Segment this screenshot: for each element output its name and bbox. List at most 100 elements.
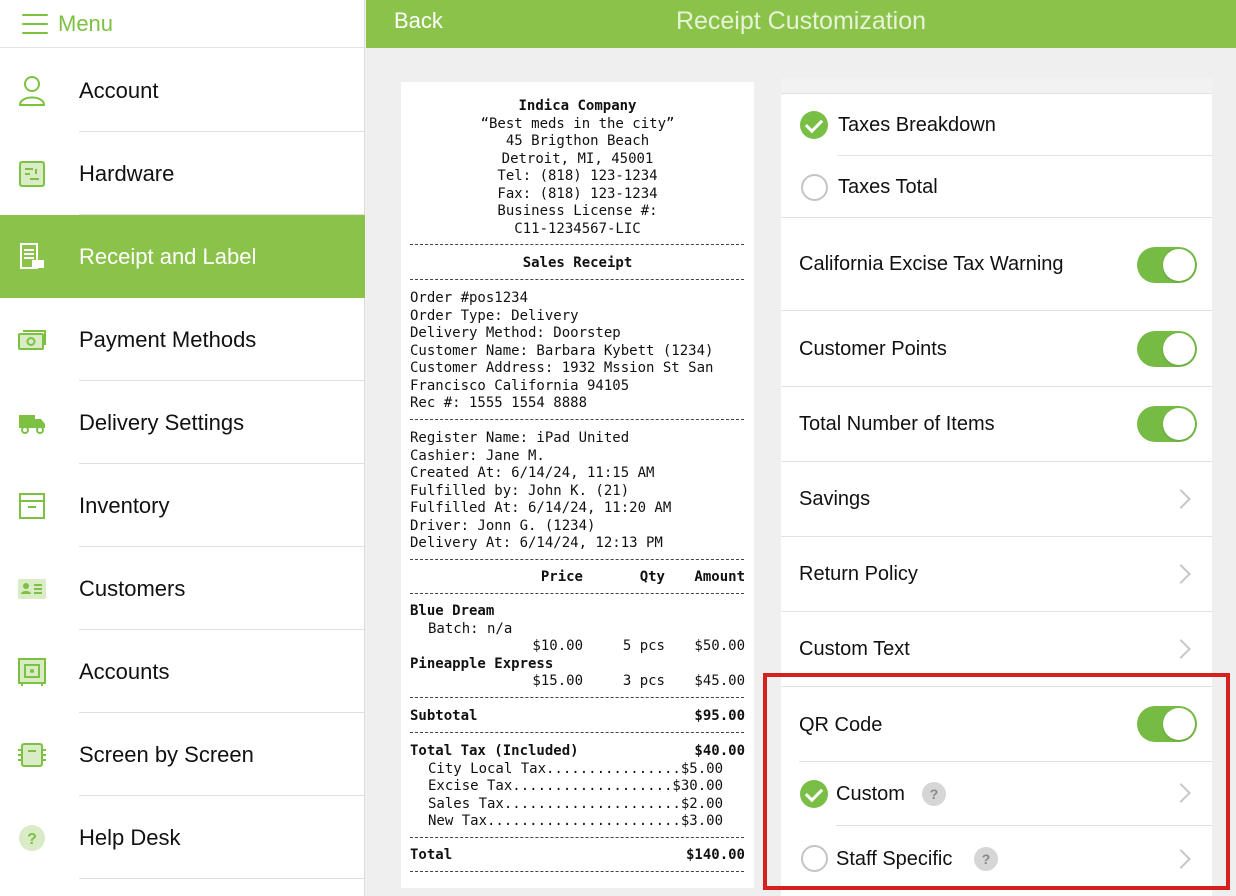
setting-return-policy[interactable]: Return Policy (781, 538, 1212, 612)
item-qty: 3 pcs (622, 673, 665, 689)
receipt-address-1: 45 Brigthon Beach (505, 133, 650, 149)
sidebar-item-screen-by-screen[interactable]: Screen by Screen (0, 713, 365, 796)
qr-code-label: QR Code (799, 713, 883, 736)
receipt-register-line: Register Name: iPad United (410, 430, 630, 446)
receipt-register-line: Fulfilled At: 6/14/24, 11:20 AM (410, 500, 672, 516)
receipt-order-line: Rec #: 1555 1554 8888 (410, 395, 588, 411)
receipt-tax-line: Sales Tax.....................$2.00 (428, 795, 724, 812)
top-bar: Receipt Customization Back (366, 0, 1236, 48)
sidebar-item-account[interactable]: Account (0, 49, 365, 132)
receipt-order-line: Delivery Method: Doorstep (410, 325, 621, 341)
receipt-register-line: Driver: Jonn G. (1234) (410, 517, 596, 534)
setting-savings[interactable]: Savings (781, 463, 1212, 537)
radio-button-icon[interactable] (801, 845, 828, 872)
item-price: $15.00 (532, 673, 583, 689)
receipt-item-batch: Batch: n/a (428, 620, 513, 637)
custom-text-label: Custom Text (799, 638, 910, 660)
sidebar-item-label: Payment Methods (79, 326, 257, 352)
sidebar-item-label: Accounts (79, 658, 170, 684)
receipt-license: C11-1234567-LIC (514, 220, 641, 237)
receipt-total-row: Total $140.00 (410, 847, 745, 865)
receipt-company: Indica Company (518, 98, 637, 114)
sidebar-item-inventory[interactable]: Inventory (0, 464, 365, 547)
sidebar-item-delivery-settings[interactable]: Delivery Settings (0, 381, 365, 464)
chevron-right-icon (1171, 783, 1191, 803)
contact-card-icon (16, 573, 48, 605)
radio-button-icon[interactable] (801, 174, 828, 201)
customer-points-toggle[interactable] (1137, 331, 1197, 367)
sidebar-item-label: Customers (79, 575, 186, 601)
back-button[interactable]: Back (394, 8, 443, 34)
return-policy-label: Return Policy (799, 563, 918, 585)
chevron-right-icon (1171, 489, 1191, 509)
page-title: Receipt Customization (675, 7, 927, 35)
option-taxes-total[interactable]: Taxes Total (781, 156, 1212, 218)
sidebar-item-label: Help Desk (79, 824, 181, 850)
sidebar-item-help-desk[interactable]: ? Help Desk (0, 796, 365, 879)
checkmark-icon[interactable] (800, 780, 828, 808)
setting-qr-code: QR Code (781, 688, 1212, 762)
receipt-tax-line: City Local Tax................$5.00 (428, 760, 724, 777)
checkmark-icon[interactable] (800, 111, 828, 139)
total-value: $140.00 (685, 847, 745, 863)
receipt-item-name: Pineapple Express (410, 655, 554, 672)
help-icon: ? (16, 822, 48, 854)
hardware-icon (16, 158, 48, 190)
sidebar-item-label: Inventory (79, 492, 170, 518)
help-icon[interactable]: ? (974, 847, 998, 871)
setting-total-items: Total Number of Items (781, 388, 1212, 462)
setting-custom-text[interactable]: Custom Text (781, 613, 1212, 687)
option-qr-custom[interactable]: Custom ? (781, 762, 1212, 826)
ca-excise-warning-toggle[interactable] (1137, 247, 1197, 283)
setting-customer-points: Customer Points (781, 312, 1212, 387)
item-amount: $50.00 (694, 638, 745, 654)
sidebar-item-customers[interactable]: Customers (0, 547, 365, 630)
price-header: Price (540, 569, 583, 585)
receipt-tagline: “Best meds in the city” (480, 115, 675, 132)
sidebar-item-accounts[interactable]: Accounts (0, 630, 365, 713)
amount-header: Amount (694, 569, 745, 585)
qr-code-toggle[interactable] (1137, 706, 1197, 742)
savings-label: Savings (799, 488, 871, 510)
sidebar-item-receipt-and-label[interactable]: Receipt and Label (0, 215, 365, 298)
item-qty: 5 pcs (622, 638, 665, 654)
receipt-address-2: Detroit, MI, 45001 (501, 150, 654, 167)
chevron-right-icon (1171, 564, 1191, 584)
total-items-toggle[interactable] (1137, 406, 1197, 442)
receipt-license-label: Business License #: (497, 203, 658, 219)
taxes-total-label: Taxes Total (838, 175, 938, 198)
receipt-tel: Tel: (818) 123-1234 (497, 168, 658, 184)
qty-header: Qty (639, 569, 665, 585)
item-amount: $45.00 (694, 673, 745, 689)
cash-icon (16, 324, 48, 356)
sidebar-item-label: Delivery Settings (79, 409, 245, 435)
screens-icon (16, 739, 48, 771)
receipt-tax-row: Total Tax (Included) $40.00 (410, 743, 745, 761)
help-icon[interactable]: ? (922, 782, 946, 806)
staff-specific-label: Staff Specific (836, 847, 953, 870)
truck-icon (16, 407, 48, 439)
receipt-column-headers: Price Qty Amount (410, 569, 745, 587)
receipt-order-line: Francisco California 94105 (410, 377, 630, 394)
svg-text:?: ? (27, 831, 37, 848)
subtotal-label: Subtotal (410, 708, 478, 724)
tax-label: Total Tax (Included) (410, 743, 579, 759)
option-taxes-breakdown[interactable]: Taxes Breakdown (781, 94, 1212, 156)
customer-points-label: Customer Points (799, 337, 947, 360)
chevron-right-icon (1171, 639, 1191, 659)
sidebar-item-hardware[interactable]: Hardware (0, 132, 365, 215)
receipt-register-line: Delivery At: 6/14/24, 12:13 PM (410, 535, 663, 551)
sidebar-item-payment-methods[interactable]: Payment Methods (0, 298, 365, 381)
setting-ca-excise-warning: California Excise Tax Warning (781, 219, 1212, 311)
receipt-order-line: Order Type: Delivery (410, 307, 579, 324)
receipt-fax: Fax: (818) 123-1234 (497, 185, 658, 202)
subtotal-value: $95.00 (694, 708, 745, 724)
sidebar-item-label: Hardware (79, 160, 175, 186)
custom-label: Custom (836, 782, 905, 805)
sidebar-header[interactable]: Menu (0, 0, 364, 48)
receipt-item-row: $15.00 3 pcs $45.00 (410, 673, 745, 691)
receipt-register-line: Created At: 6/14/24, 11:15 AM (410, 465, 655, 481)
option-qr-staff-specific[interactable]: Staff Specific ? (781, 827, 1212, 891)
hamburger-icon[interactable] (22, 13, 48, 34)
item-price: $10.00 (532, 638, 583, 654)
